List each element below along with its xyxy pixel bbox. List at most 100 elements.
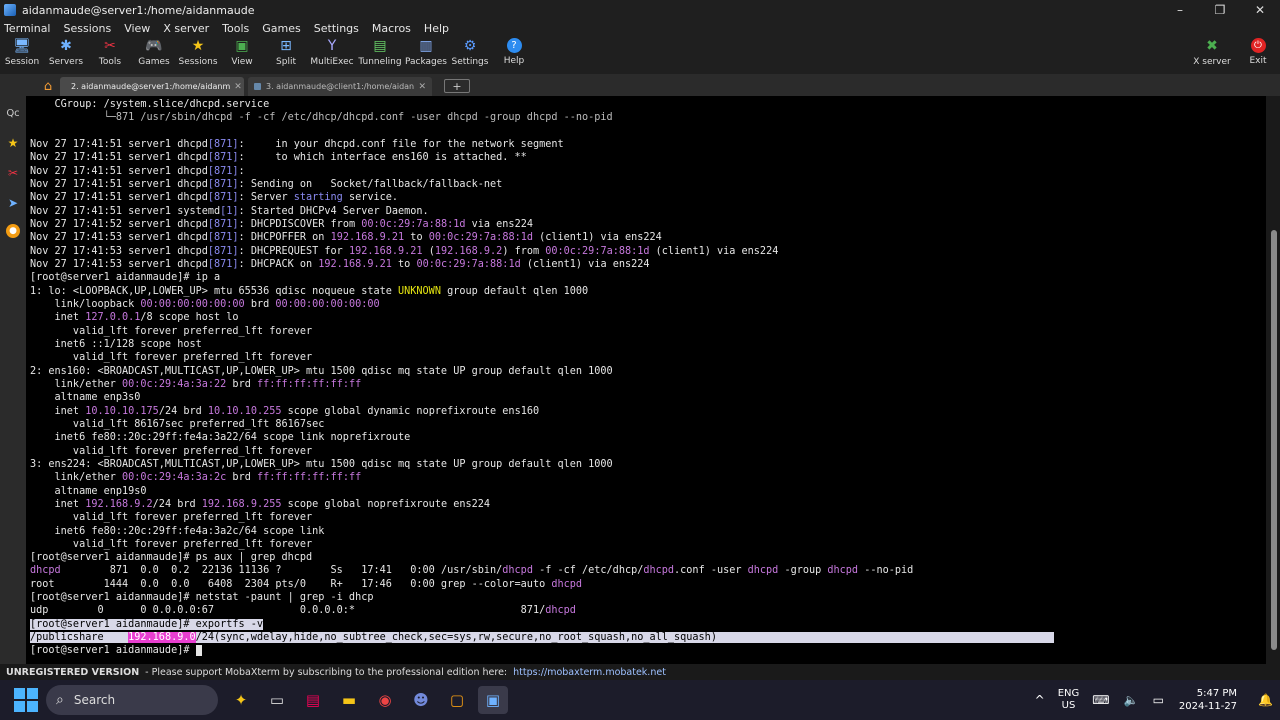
menu-view[interactable]: View [124, 22, 150, 35]
new-tab-button[interactable]: + [444, 79, 470, 93]
status-bar: UNREGISTERED VERSION - Please support Mo… [0, 664, 1280, 680]
terminal-line: link/loopback 00:00:00:00:00:00 brd 00:0… [30, 298, 1264, 311]
multiexec-button[interactable]: Y MultiExec [308, 36, 356, 74]
terminal-line: inet6 fe80::20c:29ff:fe4a:3a22/64 scope … [30, 431, 1264, 444]
view-icon: ▣ [235, 38, 249, 54]
chrome-icon[interactable]: ◉ [370, 686, 400, 714]
session-button[interactable]: 🖥 Session [0, 36, 44, 74]
file-explorer-icon[interactable]: ▬ [334, 686, 364, 714]
volume-icon[interactable]: 🔈 [1124, 693, 1139, 707]
menu-macros[interactable]: Macros [372, 22, 411, 35]
terminal-text: [871] [207, 165, 239, 177]
task-view-icon[interactable]: ▭ [262, 686, 292, 714]
maximize-button[interactable]: ❐ [1200, 3, 1240, 17]
support-message: - Please support MobaXterm by subscribin… [145, 666, 508, 678]
search-icon: ⌕ [56, 692, 64, 708]
chevron-up-icon[interactable]: ^ [1035, 693, 1045, 707]
network-icon[interactable]: ⌨ [1092, 693, 1109, 707]
quick-connect-icon[interactable]: Qc [4, 104, 22, 122]
terminal-line: dhcpd 871 0.0 0.2 22136 11136 ? Ss 17:41… [30, 564, 1264, 577]
terminal-text: dhcpd [643, 565, 675, 577]
scrollbar-thumb[interactable] [1271, 230, 1277, 650]
side-strip: Qc ★ ✂ ➤ ● [0, 96, 26, 664]
home-tab-icon[interactable]: ⌂ [36, 76, 60, 96]
send-icon[interactable]: ➤ [4, 194, 22, 212]
terminal-line: link/ether 00:0c:29:4a:3a:2c brd ff:ff:f… [30, 471, 1264, 484]
tab-client1[interactable]: 3. aidanmaude@client1:/home/aidan ✕ [248, 77, 432, 96]
toolbar: 🖥 Session ✱ Servers ✂ Tools 🎮 Games ★ Session… [0, 36, 1280, 74]
terminal-text: scope global noprefixroute ens224 [281, 498, 491, 510]
terminal-text: group default qlen 1000 [440, 285, 589, 297]
terminal-text: Nov 27 17:41:51 server1 dhcpd [30, 165, 208, 177]
language-indicator[interactable]: ENG US [1058, 688, 1080, 712]
menu-terminal[interactable]: Terminal [4, 22, 51, 35]
view-button[interactable]: ▣ View [220, 36, 264, 74]
app-icon[interactable]: ▢ [442, 686, 472, 714]
terminal-text: [871] [207, 218, 239, 230]
help-button[interactable]: ? Help [492, 36, 536, 74]
servers-button[interactable]: ✱ Servers [44, 36, 88, 74]
terminal-text: dhcpd [30, 565, 61, 577]
tools-button[interactable]: ✂ Tools [88, 36, 132, 74]
exit-button[interactable]: ⏻ Exit [1236, 36, 1280, 74]
menu-help[interactable]: Help [424, 22, 449, 35]
menu-settings[interactable]: Settings [314, 22, 359, 35]
mobaxterm-icon[interactable]: ▣ [478, 686, 508, 714]
terminal-text: to [404, 232, 429, 244]
games-button[interactable]: 🎮 Games [132, 36, 176, 74]
mobaxterm-link[interactable]: https://mobaxterm.mobatek.net [513, 667, 666, 678]
star-icon[interactable]: ★ [4, 134, 22, 152]
terminal-line: link/ether 00:0c:29:4a:3a:22 brd ff:ff:f… [30, 378, 1264, 391]
menu-xserver[interactable]: X server [163, 22, 209, 35]
packages-icon: ▥ [419, 38, 433, 54]
terminal-line: [root@server1 aidanmaude]# [30, 644, 1264, 657]
macro-icon[interactable]: ● [6, 224, 20, 238]
tunneling-button[interactable]: ▤ Tunneling [356, 36, 404, 74]
windows-start-icon[interactable] [14, 688, 38, 712]
menu-tools[interactable]: Tools [222, 22, 249, 35]
widget-icon[interactable]: ✦ [226, 686, 256, 714]
terminal-text: /publicshare [30, 632, 129, 644]
terminal-text: UNKNOWN [398, 285, 441, 297]
discord-icon[interactable]: ☻ [406, 686, 436, 714]
clock[interactable]: 5:47 PM 2024-11-27 [1179, 687, 1237, 713]
terminal-text: -f -cf /etc/dhcp/ [532, 565, 644, 577]
packages-button[interactable]: ▥ Packages [404, 36, 448, 74]
terminal-output[interactable]: CGroup: /system.slice/dhcpd.service └─87… [28, 96, 1264, 664]
split-icon: ⊞ [280, 38, 292, 54]
session-icon: 🖥 [13, 38, 31, 54]
xserver-button[interactable]: ✖ X server [1188, 36, 1236, 74]
terminal-line: valid_lft 86167sec preferred_lft 86167se… [30, 418, 1264, 431]
windows-taskbar: ⌕ Search ✦ ▭ ▤ ▬ ◉ ☻ ▢ ▣ ^ ENG US ⌨ 🔈 ▭ … [0, 680, 1280, 720]
tab-server1[interactable]: 2. aidanmaude@server1:/home/aidanm ✕ [60, 77, 244, 96]
terminal-text: ) from [502, 245, 546, 257]
battery-icon[interactable]: ▭ [1153, 693, 1164, 707]
terminal-text: valid_lft 86167sec preferred_lft 86167se… [30, 418, 325, 430]
close-button[interactable]: ✕ [1240, 3, 1280, 17]
tools-icon[interactable]: ✂ [4, 164, 22, 182]
sessions-button[interactable]: ★ Sessions [176, 36, 220, 74]
split-button[interactable]: ⊞ Split [264, 36, 308, 74]
terminal-text: root 1444 0.0 0.0 6408 2304 pts/0 R+ 17:… [30, 578, 552, 590]
taskbar-search[interactable]: ⌕ Search [46, 685, 218, 715]
terminal-text: scope global dynamic noprefixroute ens16… [281, 405, 540, 417]
settings-button[interactable]: ⚙ Settings [448, 36, 492, 74]
minimize-button[interactable]: – [1160, 3, 1200, 17]
terminal-text: └─871 /usr/sbin/dhcpd -f -cf /etc/dhcp/d… [30, 112, 613, 124]
menu-sessions[interactable]: Sessions [64, 22, 112, 35]
close-tab-icon[interactable]: ✕ [230, 82, 242, 92]
notification-icon[interactable]: 🔔 [1258, 693, 1273, 707]
terminal-text: [871] [207, 245, 239, 257]
notepad-icon[interactable]: ▤ [298, 686, 328, 714]
terminal-text: to [391, 258, 417, 270]
close-tab-icon[interactable]: ✕ [414, 82, 426, 92]
terminal-text: /24 brd [152, 498, 202, 510]
terminal-text: valid_lft forever preferred_lft forever [30, 445, 313, 457]
menu-games[interactable]: Games [262, 22, 300, 35]
terminal-text: [871] [207, 192, 239, 204]
terminal-text: altname enp3s0 [30, 392, 141, 404]
terminal-line: [root@server1 aidanmaude]# ip a [30, 271, 1264, 284]
terminal-text: Nov 27 17:41:51 server1 dhcpd [30, 138, 208, 150]
terminal-line: [root@server1 aidanmaude]# ps aux | grep… [30, 551, 1264, 564]
